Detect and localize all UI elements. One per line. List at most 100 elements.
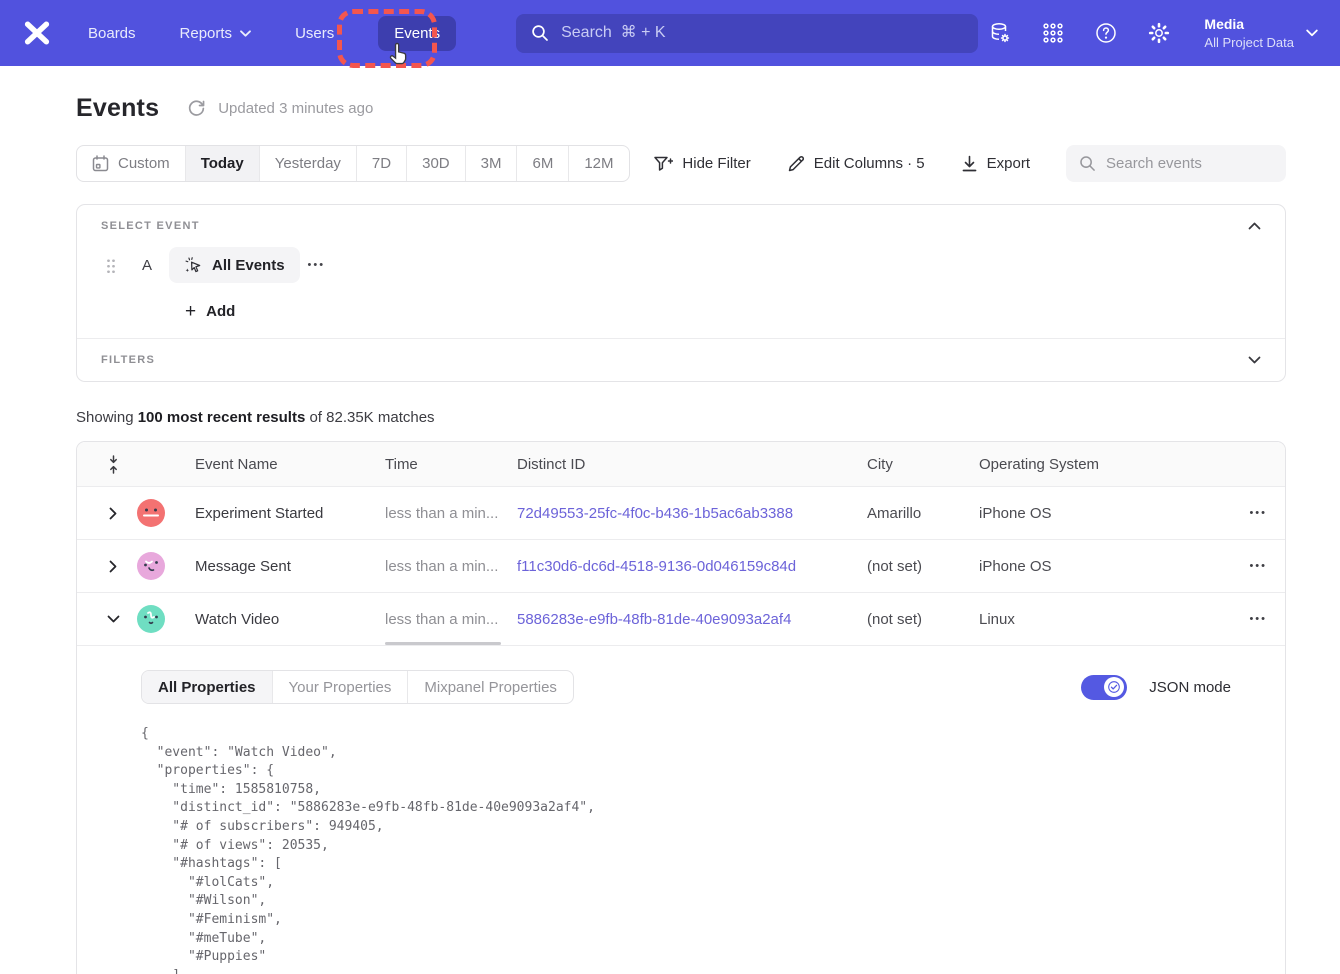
date-segment-yesterday[interactable]: Yesterday — [259, 146, 356, 181]
date-segment-30d[interactable]: 30D — [406, 146, 465, 181]
export-label: Export — [987, 155, 1030, 172]
tab-mixpanel-properties[interactable]: Mixpanel Properties — [407, 671, 573, 703]
table-row[interactable]: Message Sent less than a min... f11c30d6… — [77, 540, 1285, 593]
events-search-input[interactable] — [1106, 155, 1273, 172]
tab-all-properties[interactable]: All Properties — [142, 671, 272, 703]
global-search-input[interactable] — [561, 24, 963, 42]
chevron-up-icon — [1248, 222, 1261, 230]
event-city: (not set) — [867, 558, 979, 575]
filters-section[interactable]: FILTERS — [77, 338, 1285, 381]
column-header-os[interactable]: Operating System — [979, 456, 1229, 473]
sort-arrows-icon — [107, 455, 120, 474]
search-icon — [1079, 155, 1096, 172]
nav-item-reports[interactable]: Reports — [180, 25, 252, 42]
table-header-row: Event Name Time Distinct ID City Operati… — [77, 442, 1285, 487]
row-menu-button[interactable]: ••• — [1247, 503, 1269, 523]
hide-filter-button[interactable]: Hide Filter — [653, 155, 750, 173]
chevron-down-icon — [1248, 356, 1261, 364]
project-selector[interactable]: Media All Project Data — [1204, 15, 1318, 51]
data-management-icon[interactable] — [988, 21, 1012, 45]
event-time: less than a min... — [385, 593, 517, 645]
properties-tabs: All Properties Your Properties Mixpanel … — [141, 670, 574, 704]
event-json-viewer[interactable]: { "event": "Watch Video", "properties": … — [141, 725, 1265, 974]
clause-more-button[interactable]: ••• — [300, 255, 334, 275]
toolbar: Custom Today Yesterday 7D 30D 3M 6M 12M … — [76, 145, 1286, 182]
table-row-expanded[interactable]: Watch Video less than a min... 5886283e-… — [77, 593, 1285, 646]
collapse-all-button[interactable] — [93, 455, 133, 474]
expand-row-button[interactable] — [93, 560, 133, 573]
date-segment-6m[interactable]: 6M — [516, 146, 568, 181]
event-selector-pill[interactable]: All Events — [169, 247, 300, 283]
event-os: iPhone OS — [979, 505, 1229, 522]
row-menu-button[interactable]: ••• — [1247, 556, 1269, 576]
page-header: Events Updated 3 minutes ago — [76, 92, 1286, 124]
results-prefix: Showing — [76, 409, 138, 426]
last-updated-text: Updated 3 minutes ago — [218, 100, 373, 117]
table-row[interactable]: Experiment Started less than a min... 72… — [77, 487, 1285, 540]
main-nav: Boards Reports Users Events — [88, 16, 456, 51]
help-icon[interactable] — [1094, 21, 1118, 45]
json-mode-toggle[interactable] — [1081, 675, 1127, 700]
events-search[interactable] — [1066, 145, 1286, 182]
nav-item-users[interactable]: Users — [295, 25, 334, 42]
event-time: less than a min... — [385, 487, 517, 539]
event-time: less than a min... — [385, 540, 517, 592]
column-header-event-name[interactable]: Event Name — [195, 456, 385, 473]
event-name: Message Sent — [195, 558, 385, 575]
edit-columns-button[interactable]: Edit Columns · 5 — [787, 155, 925, 173]
hide-filter-label: Hide Filter — [682, 155, 750, 172]
global-search[interactable] — [516, 14, 978, 53]
expand-row-button[interactable] — [93, 507, 133, 520]
apps-grid-icon[interactable] — [1041, 21, 1065, 45]
top-navbar: Boards Reports Users Events — [0, 0, 1340, 66]
column-header-city[interactable]: City — [867, 456, 979, 473]
project-scope: All Project Data — [1204, 34, 1294, 51]
results-summary: Showing 100 most recent results of 82.35… — [76, 409, 1286, 426]
navbar-actions: Media All Project Data — [988, 15, 1318, 51]
expand-filters-button[interactable] — [1246, 354, 1263, 366]
nav-item-events[interactable]: Events — [378, 16, 456, 51]
distinct-id-link[interactable]: 5886283e-e9fb-48fb-81de-40e9093a2af4 — [517, 611, 867, 628]
export-button[interactable]: Export — [961, 155, 1030, 173]
date-segment-7d[interactable]: 7D — [356, 146, 406, 181]
add-event-button[interactable]: + Add — [185, 303, 1263, 320]
events-table: Event Name Time Distinct ID City Operati… — [76, 441, 1286, 974]
mixpanel-logo-icon[interactable] — [22, 18, 52, 48]
distinct-id-link[interactable]: 72d49553-25fc-4f0c-b436-1b5ac6ab3388 — [517, 505, 867, 522]
check-icon — [1108, 681, 1120, 693]
refresh-icon[interactable] — [187, 99, 206, 118]
date-segment-custom[interactable]: Custom — [77, 146, 185, 181]
collapse-section-button[interactable] — [1246, 220, 1263, 232]
row-menu-button[interactable]: ••• — [1247, 609, 1269, 629]
event-avatar — [137, 499, 165, 527]
event-name: Experiment Started — [195, 505, 385, 522]
settings-gear-icon[interactable] — [1147, 21, 1171, 45]
nav-item-reports-label: Reports — [180, 25, 233, 42]
filter-funnel-icon — [653, 155, 673, 173]
chevron-down-icon — [240, 30, 251, 37]
clause-letter: A — [142, 257, 152, 274]
tab-your-properties[interactable]: Your Properties — [272, 671, 408, 703]
event-avatar — [137, 552, 165, 580]
project-name: Media — [1204, 15, 1294, 34]
event-avatar — [137, 605, 165, 633]
event-os: Linux — [979, 611, 1229, 628]
add-label: Add — [206, 303, 235, 320]
filters-label: FILTERS — [101, 354, 155, 366]
select-event-label: SELECT EVENT — [101, 220, 200, 232]
edit-columns-label: Edit Columns · 5 — [814, 155, 925, 172]
date-segment-3m[interactable]: 3M — [465, 146, 517, 181]
distinct-id-link[interactable]: f11c30d6-dc6d-4518-9136-0d046159c84d — [517, 558, 867, 575]
avatar-face-icon — [137, 552, 165, 580]
date-range-control: Custom Today Yesterday 7D 30D 3M 6M 12M — [76, 145, 630, 182]
page-title: Events — [76, 94, 159, 123]
nav-item-boards[interactable]: Boards — [88, 25, 136, 42]
drag-handle[interactable] — [106, 258, 115, 273]
date-segment-today[interactable]: Today — [185, 146, 259, 181]
collapse-row-button[interactable] — [93, 615, 133, 623]
column-header-distinct-id[interactable]: Distinct ID — [517, 456, 867, 473]
avatar-face-icon — [137, 499, 165, 527]
date-segment-12m[interactable]: 12M — [568, 146, 628, 181]
horizontal-scrollbar-thumb[interactable] — [385, 642, 501, 645]
column-header-time[interactable]: Time — [385, 456, 517, 473]
